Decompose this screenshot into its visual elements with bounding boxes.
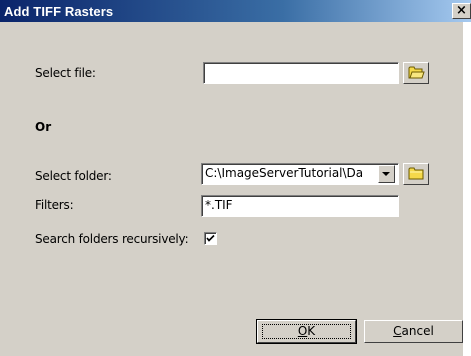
select-folder-value: C:\ImageServerTutorial\Da <box>205 166 364 180</box>
ok-button[interactable]: OK <box>256 319 357 344</box>
checkmark-icon <box>206 234 215 242</box>
select-file-input[interactable] <box>203 62 399 84</box>
browse-folder-button[interactable] <box>403 163 429 185</box>
cancel-mnemonic: C <box>393 324 402 338</box>
cancel-button[interactable]: Cancel <box>364 320 463 343</box>
focus-indicator <box>262 324 351 339</box>
folder-open-icon <box>408 65 425 83</box>
select-folder-combobox[interactable]: C:\ImageServerTutorial\Da <box>201 163 399 185</box>
recursive-checkbox[interactable] <box>204 232 217 245</box>
recursive-label: Search folders recursively: <box>35 232 189 246</box>
filters-label: Filters: <box>35 198 74 212</box>
add-tiff-rasters-dialog: Add TIFF Rasters × Select file: Or Selec… <box>0 0 471 356</box>
dialog-title: Add TIFF Rasters <box>4 4 114 19</box>
dialog-body: Select file: Or Select folder: C:\ImageS… <box>0 22 463 356</box>
folder-icon <box>408 166 425 184</box>
select-folder-label: Select folder: <box>35 169 112 183</box>
title-bar[interactable]: Add TIFF Rasters × <box>0 0 471 22</box>
cancel-label-rest: ancel <box>401 324 434 338</box>
folder-dropdown-arrow[interactable] <box>378 165 395 183</box>
filters-input[interactable]: *.TIF <box>201 195 399 217</box>
browse-file-button[interactable] <box>403 62 429 84</box>
close-button[interactable]: × <box>452 3 471 19</box>
select-file-label: Select file: <box>35 66 96 80</box>
or-separator: Or <box>35 120 52 134</box>
close-icon: × <box>456 3 467 18</box>
